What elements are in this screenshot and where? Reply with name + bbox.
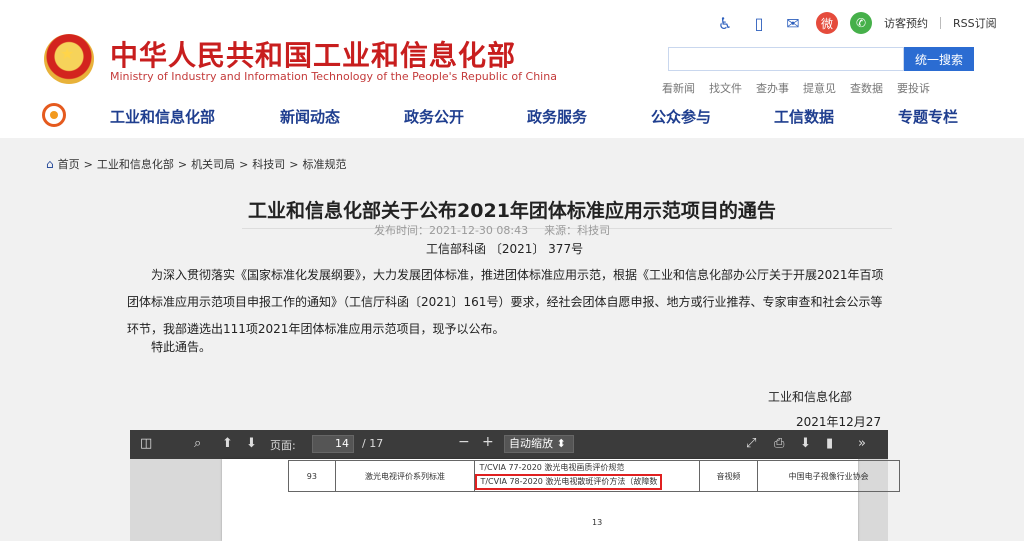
- pdf-viewer: ◫ ⌕ ⬆ ⬇ 页面: 14 / 17 − + 自动缩放 ⬍ ⤢ ⎙ ⬇ ▮ »…: [130, 430, 900, 541]
- previous-page-icon[interactable]: ⬆: [222, 436, 233, 451]
- zoom-value: 自动缩放: [509, 437, 553, 450]
- home-icon: ⌂: [46, 157, 54, 171]
- bookmark-icon[interactable]: ▮: [826, 436, 833, 451]
- more-tools-icon[interactable]: »: [858, 436, 866, 451]
- mobile-icon[interactable]: ▯: [748, 12, 770, 34]
- article-title: 工业和信息化部关于公布2021年团体标准应用示范项目的通告: [248, 200, 776, 222]
- pdf-toolbar: ◫ ⌕ ⬆ ⬇ 页面: 14 / 17 − + 自动缩放 ⬍ ⤢ ⎙ ⬇ ▮ »: [130, 430, 888, 459]
- quick-link-services[interactable]: 查办事: [756, 80, 789, 96]
- table-cell-category: 音视频: [698, 460, 759, 492]
- quick-links: 看新闻 找文件 查办事 提意见 查数据 要投诉: [662, 80, 930, 96]
- page-label: 页面:: [270, 439, 296, 452]
- chevron-down-icon: ⬍: [556, 437, 566, 450]
- article-source: 来源：科技司: [544, 224, 611, 237]
- wechat-icon[interactable]: ✆: [850, 12, 872, 34]
- quick-link-complaint[interactable]: 要投诉: [897, 80, 930, 96]
- nav-home-logo-icon[interactable]: [42, 103, 66, 127]
- publish-time: 发布时间：2021-12-30 08:43: [374, 224, 529, 237]
- pdf-page-number: 13: [592, 518, 603, 527]
- site-subtitle: Ministry of Industry and Information Tec…: [110, 70, 557, 83]
- nav-item-ministry[interactable]: 工业和信息化部: [110, 106, 215, 127]
- accessibility-icon[interactable]: ♿: [714, 12, 736, 34]
- total-pages: / 17: [362, 437, 384, 450]
- divider: [940, 17, 941, 29]
- table-cell-name: 激光电视评价系列标准: [334, 460, 476, 492]
- article-closing: 特此通告。: [151, 340, 212, 354]
- next-page-icon[interactable]: ⬇: [246, 436, 257, 451]
- nav-item-public-affairs[interactable]: 政务公开: [404, 106, 464, 127]
- standard-line-2-highlighted: T/CVIA 78-2020 激光电视散斑评价方法（故障数: [475, 474, 663, 490]
- weibo-icon[interactable]: 微: [816, 12, 838, 34]
- search-icon[interactable]: ⌕: [194, 436, 201, 451]
- table-cell-standards: T/CVIA 77-2020 激光电视画质评价规范 T/CVIA 78-2020…: [474, 460, 700, 492]
- article-meta: 发布时间：2021-12-30 08:43 来源：科技司: [374, 222, 610, 238]
- breadcrumb-home[interactable]: 首页: [58, 156, 80, 172]
- download-icon[interactable]: ⬇: [800, 436, 811, 451]
- visitor-appointment-link[interactable]: 访客预约: [884, 15, 928, 31]
- nav-item-data[interactable]: 工信数据: [774, 106, 834, 127]
- nav-item-news[interactable]: 新闻动态: [280, 106, 340, 127]
- quick-link-news[interactable]: 看新闻: [662, 80, 695, 96]
- document-number: 工信部科函 〔2021〕 377号: [426, 242, 584, 256]
- quick-link-files[interactable]: 找文件: [709, 80, 742, 96]
- print-icon[interactable]: ⎙: [774, 436, 784, 451]
- signature-org: 工业和信息化部: [768, 390, 853, 404]
- rss-link[interactable]: RSS订阅: [953, 15, 997, 31]
- zoom-in-icon[interactable]: +: [482, 434, 494, 450]
- table-row: 93 激光电视评价系列标准 T/CVIA 77-2020 激光电视画质评价规范 …: [288, 460, 900, 492]
- page-number-input[interactable]: 14: [312, 435, 354, 453]
- pdf-page: 93 激光电视评价系列标准 T/CVIA 77-2020 激光电视画质评价规范 …: [222, 459, 900, 541]
- sidebar-toggle-icon[interactable]: ◫: [140, 436, 152, 451]
- fullscreen-icon[interactable]: ⤢: [746, 436, 756, 451]
- table-cell-number: 93: [288, 460, 336, 492]
- site-title[interactable]: 中华人民共和国工业和信息化部: [110, 34, 516, 74]
- search-input[interactable]: [668, 47, 904, 71]
- quick-link-feedback[interactable]: 提意见: [803, 80, 836, 96]
- article-paragraph: 为深入贯彻落实《国家标准化发展纲要》，大力发展团体标准，推进团体标准应用示范，根…: [127, 268, 884, 336]
- top-utility-bar: ♿ ▯ ✉ 微 ✆ 访客预约 RSS订阅: [714, 12, 997, 34]
- mail-icon[interactable]: ✉: [782, 12, 804, 34]
- national-emblem-logo[interactable]: [44, 34, 94, 84]
- pdf-table: 93 激光电视评价系列标准 T/CVIA 77-2020 激光电视画质评价规范 …: [288, 460, 900, 492]
- zoom-select[interactable]: 自动缩放 ⬍: [504, 435, 574, 453]
- zoom-out-icon[interactable]: −: [458, 434, 470, 450]
- table-cell-org: 中国电子视像行业协会: [757, 460, 900, 492]
- quick-link-data[interactable]: 查数据: [850, 80, 883, 96]
- nav-item-participation[interactable]: 公众参与: [651, 106, 711, 127]
- standard-line-1: T/CVIA 77-2020 激光电视画质评价规范: [479, 463, 625, 472]
- search-button[interactable]: 统一搜索: [904, 47, 974, 71]
- nav-item-services[interactable]: 政务服务: [527, 106, 587, 127]
- breadcrumb-separator: >: [83, 157, 93, 171]
- nav-item-topics[interactable]: 专题专栏: [898, 106, 958, 127]
